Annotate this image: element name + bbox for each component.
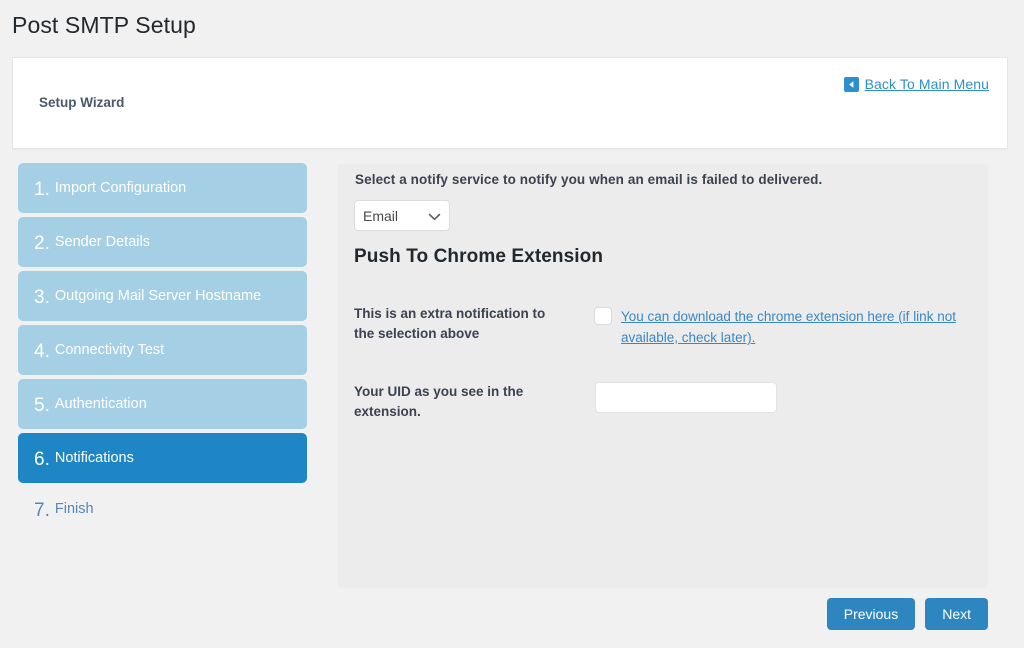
back-arrow-icon xyxy=(844,77,859,92)
wizard-steps-list: 1. Import Configuration 2. Sender Detail… xyxy=(18,163,307,535)
sidebar-step-sender-details[interactable]: 2. Sender Details xyxy=(18,217,307,267)
sidebar-step-notifications[interactable]: 6. Notifications xyxy=(18,433,307,483)
chrome-extension-download-link[interactable]: You can download the chrome extension he… xyxy=(621,306,976,348)
back-to-main-menu-link[interactable]: Back To Main Menu xyxy=(844,76,989,92)
step-label: Sender Details xyxy=(55,235,150,250)
page-title: Post SMTP Setup xyxy=(12,11,196,41)
sidebar-step-import-configuration[interactable]: 1. Import Configuration xyxy=(18,163,307,213)
uid-input[interactable] xyxy=(595,382,777,413)
notify-service-heading: Select a notify service to notify you wh… xyxy=(355,172,822,187)
next-button[interactable]: Next xyxy=(925,598,988,630)
uid-label: Your UID as you see in the extension. xyxy=(354,382,554,422)
step-number: 6. xyxy=(34,450,50,469)
wizard-footer-buttons: Previous Next xyxy=(827,598,988,630)
notifications-panel: Select a notify service to notify you wh… xyxy=(338,164,988,588)
sidebar-step-connectivity-test[interactable]: 4. Connectivity Test xyxy=(18,325,307,375)
sidebar-step-finish[interactable]: 7. Finish xyxy=(18,487,307,531)
step-number: 5. xyxy=(34,396,50,415)
step-label: Import Configuration xyxy=(55,181,186,196)
step-number: 4. xyxy=(34,342,50,361)
step-label: Outgoing Mail Server Hostname xyxy=(55,289,261,304)
back-to-main-menu-label: Back To Main Menu xyxy=(865,76,989,92)
wizard-header-card: Setup Wizard Back To Main Menu xyxy=(12,57,1008,149)
push-to-chrome-extension-title: Push To Chrome Extension xyxy=(354,246,603,268)
notify-service-selected-value: Email xyxy=(363,208,398,224)
extra-notification-checkbox[interactable] xyxy=(594,307,612,325)
step-label: Connectivity Test xyxy=(55,343,164,358)
previous-button[interactable]: Previous xyxy=(827,598,915,630)
step-number: 3. xyxy=(34,288,50,307)
extra-notification-control: You can download the chrome extension he… xyxy=(594,306,976,348)
step-label: Finish xyxy=(55,502,94,517)
step-number: 2. xyxy=(34,234,50,253)
notify-service-select[interactable]: Email xyxy=(354,200,450,231)
sidebar-step-outgoing-mail-server-hostname[interactable]: 3. Outgoing Mail Server Hostname xyxy=(18,271,307,321)
wizard-title: Setup Wizard xyxy=(39,95,124,110)
sidebar-step-authentication[interactable]: 5. Authentication xyxy=(18,379,307,429)
step-number: 1. xyxy=(34,180,50,199)
extra-notification-label: This is an extra notification to the sel… xyxy=(354,304,554,344)
step-label: Notifications xyxy=(55,451,134,466)
chevron-down-icon xyxy=(428,208,441,224)
step-number: 7. xyxy=(34,501,50,520)
step-label: Authentication xyxy=(55,397,147,412)
